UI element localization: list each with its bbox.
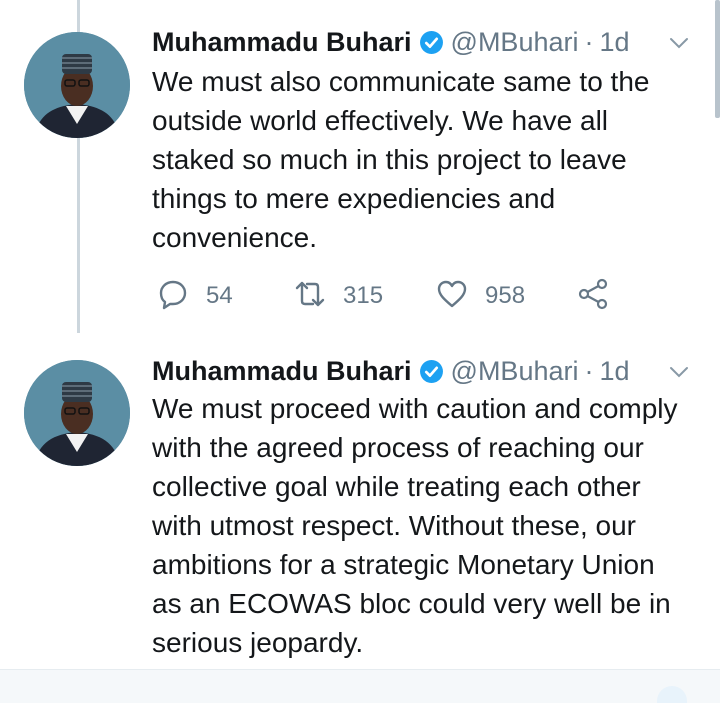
chevron-down-icon[interactable] — [666, 30, 692, 56]
separator-dot: · — [584, 355, 594, 386]
tweet-text: We must proceed with caution and comply … — [152, 393, 678, 658]
verified-badge-icon — [419, 359, 444, 384]
tweet-header: Muhammadu Buhari @MBuhari · 1d — [152, 22, 700, 62]
tweet-timestamp[interactable]: 1d — [599, 356, 629, 387]
author-handle[interactable]: @MBuhari — [451, 27, 579, 58]
share-button[interactable] — [576, 276, 610, 316]
author-handle[interactable]: @MBuhari — [451, 356, 579, 387]
tweet-text: We must also communicate same to the out… — [152, 66, 650, 253]
reply-count: 54 — [206, 282, 233, 309]
tweet[interactable]: Muhammadu Buhari @MBuhari · 1d We must p… — [0, 333, 720, 669]
chevron-down-icon[interactable] — [666, 359, 692, 385]
retweet-icon — [293, 277, 327, 316]
bottom-bar — [0, 669, 720, 703]
reply-icon — [156, 277, 190, 316]
tweet[interactable]: Muhammadu Buhari @MBuhari · 1d We must a… — [0, 0, 720, 333]
heart-icon — [435, 277, 469, 316]
author-name[interactable]: Muhammadu Buhari — [152, 27, 412, 58]
compose-button[interactable] — [657, 686, 687, 703]
tweet-header: Muhammadu Buhari @MBuhari · 1d — [152, 351, 700, 391]
verified-badge-icon — [419, 30, 444, 55]
separator-dot: · — [584, 26, 594, 57]
avatar[interactable] — [24, 360, 130, 466]
author-name[interactable]: Muhammadu Buhari — [152, 356, 412, 387]
tweet-timestamp[interactable]: 1d — [599, 27, 629, 58]
retweet-button[interactable]: 315 — [293, 276, 383, 316]
reply-button[interactable]: 54 — [156, 276, 233, 316]
tweet-actions: 54 315 958 — [152, 276, 622, 316]
share-icon — [576, 277, 610, 316]
like-button[interactable]: 958 — [435, 276, 525, 316]
retweet-count: 315 — [343, 282, 384, 309]
like-count: 958 — [485, 282, 526, 309]
avatar[interactable] — [24, 32, 130, 138]
